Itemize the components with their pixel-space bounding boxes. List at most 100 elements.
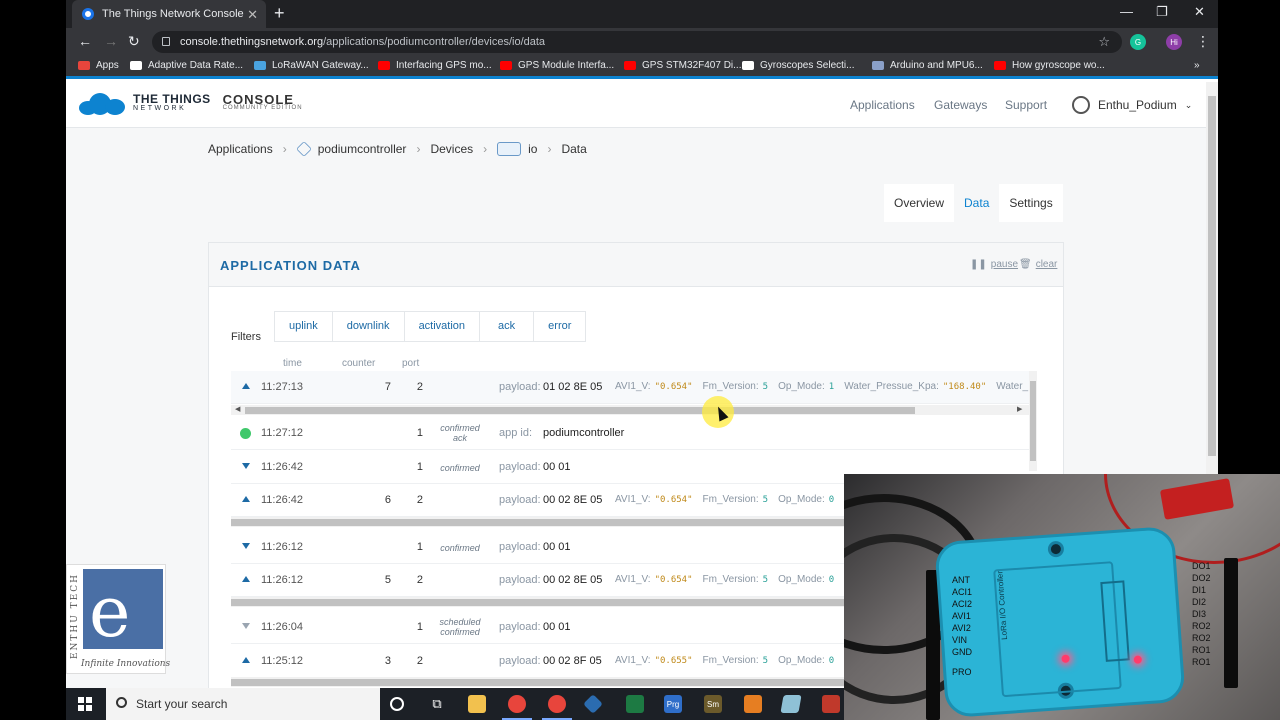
tab-settings[interactable]: Settings xyxy=(999,184,1062,222)
tab-overview[interactable]: Overview xyxy=(884,184,954,222)
recorder-app-icon[interactable] xyxy=(744,695,762,713)
nav-support[interactable]: Support xyxy=(1005,98,1047,112)
chrome-profile-icon[interactable] xyxy=(548,695,566,713)
uplink-arrow-icon[interactable] xyxy=(242,496,250,502)
user-menu[interactable]: Enthu_Podium ⌄ xyxy=(1072,96,1192,114)
taskbar-search-placeholder: Start your search xyxy=(136,697,228,711)
row-time: 11:26:42 xyxy=(261,494,304,506)
browser-tab[interactable]: The Things Network Console ✕ xyxy=(72,0,266,28)
grammarly-extension-icon[interactable]: G xyxy=(1130,34,1146,50)
rows-scrollbar[interactable] xyxy=(1029,371,1037,471)
forward-icon[interactable]: → xyxy=(104,33,118,49)
chrome-icon[interactable] xyxy=(508,695,526,713)
console-subtitle: COMMUNITY EDITION xyxy=(222,105,303,111)
crumb-devices[interactable]: Devices xyxy=(430,142,473,156)
downlink-arrow-icon[interactable] xyxy=(242,463,250,469)
clear-button[interactable]: 🗑 clear xyxy=(1019,259,1057,270)
scroll-thumb[interactable] xyxy=(1030,381,1036,461)
filter-ack[interactable]: ack xyxy=(480,312,535,341)
brand-line-1: THE THINGS xyxy=(133,92,211,106)
ttn-logo[interactable]: THE THINGS NETWORK CONSOLE COMMUNITY EDI… xyxy=(79,93,303,115)
status-led xyxy=(1133,655,1143,664)
filter-error[interactable]: error xyxy=(534,312,586,341)
bookmark-item[interactable]: Gyroscopes Selecti... xyxy=(742,60,854,71)
table-row[interactable]: 11:27:12 1 confirmed ack app id: podiumcontro… xyxy=(231,417,1031,450)
terminal-app-icon[interactable]: Sm xyxy=(704,695,722,713)
filter-activation[interactable]: activation xyxy=(404,312,481,341)
filter-uplink[interactable]: uplink xyxy=(275,312,333,341)
nav-applications[interactable]: Applications xyxy=(850,98,915,112)
menu-kebab-icon[interactable]: ⋮ xyxy=(1196,33,1210,50)
terminal-label: VIN xyxy=(952,635,968,645)
row-field-label: payload: xyxy=(499,655,541,667)
bookmark-item[interactable]: GPS Module Interfa... xyxy=(500,60,614,71)
task-view-icon[interactable]: ⧉ xyxy=(428,695,446,713)
table-row[interactable]: 11:27:13 7 2 payload: 01 02 8E 05 AVI1_V: "0.6… xyxy=(231,371,1031,404)
logo-e-icon: e xyxy=(89,571,131,653)
crumb-device[interactable]: io xyxy=(528,142,537,156)
excel-icon[interactable] xyxy=(626,695,644,713)
tab-data[interactable]: Data xyxy=(954,184,1000,222)
new-tab-button[interactable]: + xyxy=(274,3,285,24)
field-value: "0.654" xyxy=(654,495,693,505)
field-value: "0.655" xyxy=(654,656,693,666)
address-bar[interactable]: console.thethingsnetwork.org/application… xyxy=(152,31,1122,53)
windows-start-icon[interactable] xyxy=(78,697,92,711)
pause-button[interactable]: ❚❚ pause xyxy=(970,259,1018,270)
row-type-tag: confirmed xyxy=(440,543,480,553)
chevron-right-icon: › xyxy=(416,142,421,156)
scroll-thumb[interactable] xyxy=(245,407,915,414)
row-time: 11:26:12 xyxy=(261,574,304,586)
terminal-label: ACI2 xyxy=(952,599,973,609)
back-icon[interactable]: ← xyxy=(78,33,92,49)
pause-icon: ❚❚ xyxy=(970,259,987,270)
minimize-icon[interactable]: — xyxy=(1120,4,1133,19)
crumb-data: Data xyxy=(561,142,587,156)
row-payload: 00 02 8E 05 xyxy=(543,574,603,586)
bookmarks-overflow-icon[interactable]: » xyxy=(1194,60,1200,71)
close-window-icon[interactable]: ✕ xyxy=(1194,4,1205,20)
bookmark-label: Apps xyxy=(96,60,119,71)
uplink-arrow-icon[interactable] xyxy=(242,657,250,663)
downlink-arrow-icon[interactable] xyxy=(242,543,250,549)
field-key: Water_Pressue_Kpa: xyxy=(844,381,939,392)
bookmark-item[interactable]: Arduino and MPU6... xyxy=(872,60,983,71)
profile-avatar[interactable]: Hi xyxy=(1166,34,1182,50)
bookmark-item[interactable]: Adaptive Data Rate... xyxy=(130,60,243,71)
mount-hole xyxy=(1047,540,1065,558)
scroll-left-icon[interactable]: ◀ xyxy=(235,405,240,413)
decoded-fields: AVI1_V: "0.654" Fm_Version: 5 Op_Mode: 0 xyxy=(615,494,844,505)
programmer-icon[interactable]: Prg xyxy=(664,695,682,713)
page-scroll-thumb[interactable] xyxy=(1208,96,1216,456)
restore-icon[interactable]: ❐ xyxy=(1156,4,1168,20)
bookmark-star-icon[interactable]: ☆ xyxy=(1098,34,1110,50)
uplink-arrow-icon[interactable] xyxy=(242,383,250,389)
bookmark-item[interactable]: How gyroscope wo... xyxy=(994,60,1105,71)
acrobat-icon[interactable] xyxy=(822,695,840,713)
close-tab-icon[interactable]: ✕ xyxy=(247,7,258,23)
file-explorer-icon[interactable] xyxy=(468,695,486,713)
bookmark-item[interactable]: Apps xyxy=(78,60,119,71)
device-icon xyxy=(497,142,522,156)
bookmark-item[interactable]: GPS STM32F407 Di... xyxy=(624,60,741,71)
bookmark-item[interactable]: LoRaWAN Gateway... xyxy=(254,60,369,71)
uplink-arrow-icon[interactable] xyxy=(242,576,250,582)
bookmark-item[interactable]: Interfacing GPS mo... xyxy=(378,60,492,71)
decoded-fields: AVI1_V: "0.654" Fm_Version: 5 Op_Mode: 1 Water… xyxy=(615,381,1032,392)
downlink-arrow-icon[interactable] xyxy=(242,623,250,629)
nav-gateways[interactable]: Gateways xyxy=(934,98,987,112)
crumb-application[interactable]: podiumcontroller xyxy=(318,142,407,156)
crumb-applications[interactable]: Applications xyxy=(208,142,273,156)
stcube-icon[interactable] xyxy=(583,694,603,714)
scroll-right-icon[interactable]: ▶ xyxy=(1017,405,1022,413)
reload-icon[interactable]: ↻ xyxy=(128,33,140,50)
taskbar-search[interactable]: Start your search xyxy=(106,688,380,720)
cortana-icon[interactable] xyxy=(390,697,404,711)
console-title: CONSOLE xyxy=(222,92,294,107)
filter-downlink[interactable]: downlink xyxy=(332,312,405,341)
webcam-overlay: LoRa I/O Controller ANT ACI1 ACI2 AVI1 AVI2 V… xyxy=(844,474,1280,720)
terminal-label: DO1 xyxy=(1192,561,1211,571)
field-value: 0 xyxy=(828,495,835,505)
row-horizontal-scrollbar[interactable]: ◀ ▶ xyxy=(231,405,1031,415)
notes-app-icon[interactable] xyxy=(780,695,802,713)
